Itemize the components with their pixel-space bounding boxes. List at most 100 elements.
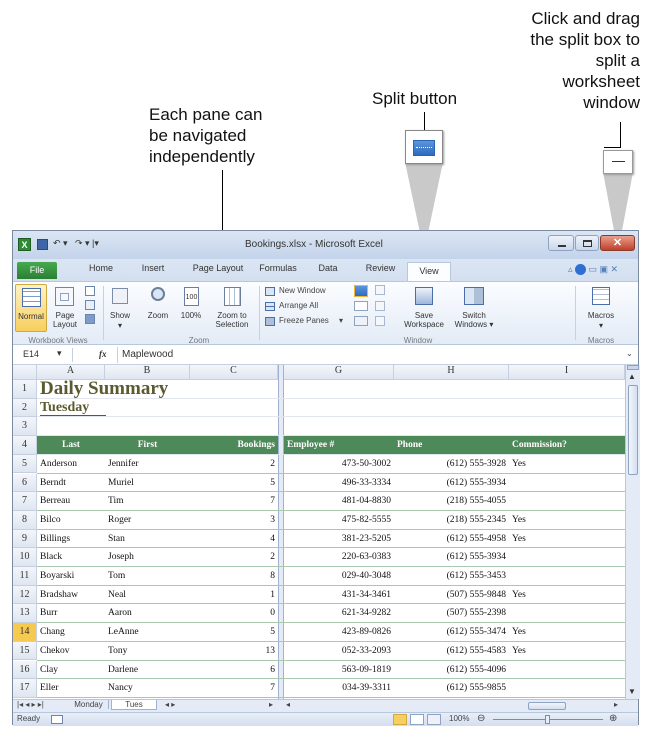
cell-a5[interactable]: Anderson [40,455,102,474]
cell-c13[interactable]: 0 [193,604,275,623]
vertical-split-bar[interactable] [278,365,284,699]
cell-a7[interactable]: Berreau [40,492,102,511]
tab-view[interactable]: View [407,262,451,282]
row-header[interactable]: 4 [13,436,37,455]
cell-h14[interactable]: (612) 555-3474 [397,623,506,642]
page-layout-status-icon[interactable] [410,714,424,725]
cell-h17[interactable]: (612) 555-9855 [397,679,506,698]
scroll-down-icon[interactable]: ▼ [628,687,636,696]
cell-i4[interactable]: Commission? [512,436,622,455]
row-header[interactable]: 3 [13,417,37,437]
cell-c10[interactable]: 2 [193,548,275,567]
hide-button[interactable] [354,301,368,311]
cell-b17[interactable]: Nancy [108,679,187,698]
select-all-corner[interactable] [13,365,37,380]
tab-page-layout[interactable]: Page Layout [188,263,248,273]
cell-c14[interactable]: 5 [193,623,275,642]
cell-h6[interactable]: (612) 555-3934 [397,474,506,493]
zoom-button[interactable]: Zoom [143,284,173,332]
cell-c7[interactable]: 7 [193,492,275,511]
close-button[interactable]: ✕ [600,235,635,251]
excel-logo-icon[interactable]: X [18,238,31,251]
cell-i5[interactable]: Yes [512,455,622,474]
cell-g4[interactable]: Employee # [287,436,391,455]
cell-h7[interactable]: (218) 555-4055 [397,492,506,511]
zoom-100-button[interactable]: 100 100% [176,284,206,332]
cell-g6[interactable]: 496-33-3334 [287,474,391,493]
cell-a4[interactable]: Last [40,436,102,455]
cell-g8[interactable]: 475-82-5555 [287,511,391,530]
cell-a1[interactable]: Daily Summary [40,379,300,399]
arrange-all-button[interactable]: Arrange All [265,301,349,313]
cell-c12[interactable]: 1 [193,586,275,605]
view-side-by-side-icon[interactable] [375,285,385,295]
right-hscroll-left-icon[interactable]: ◂ [286,700,290,709]
save-icon[interactable] [37,239,48,250]
cell-h16[interactable]: (612) 555-4096 [397,661,506,680]
cell-b14[interactable]: LeAnne [108,623,187,642]
cell-i15[interactable]: Yes [512,642,622,661]
new-window-button[interactable]: New Window [265,286,349,298]
cell-b6[interactable]: Muriel [108,474,187,493]
cell-h5[interactable]: (612) 555-3928 [397,455,506,474]
cell-h4[interactable]: Phone [397,436,506,455]
expand-formula-icon[interactable]: ⌄ [626,349,633,358]
row-header[interactable]: 16 [13,660,37,680]
switch-windows-button[interactable]: Switch Windows ▾ [449,284,499,332]
cell-c17[interactable]: 7 [193,679,275,698]
cell-c15[interactable]: 13 [193,642,276,661]
tab-home[interactable]: Home [81,263,121,273]
column-header-g[interactable]: G [284,365,394,380]
full-screen-icon[interactable] [85,314,95,324]
tab-insert[interactable]: Insert [133,263,173,273]
cell-b5[interactable]: Jennifer [108,455,187,474]
cell-c16[interactable]: 6 [193,661,275,680]
cell-h15[interactable]: (612) 555-4583 [397,642,506,661]
cell-a9[interactable]: Billings [40,530,102,549]
column-header-i[interactable]: I [509,365,625,380]
cell-i14[interactable]: Yes [512,623,622,642]
ribbon-controls-icon[interactable]: ▵ ▭ ▣ ✕ [568,264,618,276]
cell-h9[interactable]: (612) 555-4958 [397,530,506,549]
macros-button[interactable]: Macros ▾ [581,284,621,332]
cell-g15[interactable]: 052-33-2093 [287,642,391,661]
cell-b8[interactable]: Roger [108,511,187,530]
cell-a8[interactable]: Bilco [40,511,102,530]
cell-g11[interactable]: 029-40-3048 [287,567,391,586]
row-header[interactable]: 14 [13,623,37,642]
normal-button[interactable]: Normal [15,284,47,332]
left-hscroll-icon[interactable]: ◂ ▸ [165,700,175,709]
row-header[interactable]: 15 [13,641,37,661]
cell-b15[interactable]: Tony [108,642,187,661]
cell-c9[interactable]: 4 [193,530,275,549]
cell-a10[interactable]: Black [40,548,102,567]
cell-g14[interactable]: 423-89-0826 [287,623,391,642]
zoom-out-icon[interactable]: ⊖ [477,713,485,724]
column-header-h[interactable]: H [394,365,509,380]
tab-formulas[interactable]: Formulas [253,263,303,273]
cell-g12[interactable]: 431-34-3461 [287,586,391,605]
cell-h8[interactable]: (218) 555-2345 [397,511,506,530]
row-header[interactable]: 2 [13,398,37,418]
cell-a16[interactable]: Clay [40,661,102,680]
cell-h11[interactable]: (612) 555-3453 [397,567,506,586]
sheet-tab-tues[interactable]: Tues [111,700,157,710]
worksheet-grid[interactable]: A B C G H I ▲ ▼ 1 Daily Summary 2 Tuesday 3 4… [13,365,640,699]
row-header[interactable]: 13 [13,604,37,624]
left-hscroll-right-icon[interactable]: ▸ [269,700,273,709]
cell-g9[interactable]: 381-23-5205 [287,530,391,549]
cell-a6[interactable]: Berndt [40,474,102,493]
cell-h12[interactable]: (507) 555-9848 [397,586,506,605]
cell-b10[interactable]: Joseph [108,548,187,567]
normal-view-status-icon[interactable] [393,714,407,725]
cell-c11[interactable]: 8 [193,567,275,586]
vertical-scrollbar[interactable]: ▲ ▼ [625,365,640,699]
macro-record-icon[interactable] [51,715,63,724]
redo-icon[interactable]: ↷ ▾ |▾ [75,238,99,249]
unhide-button[interactable] [354,316,368,326]
cell-b7[interactable]: Tim [108,492,187,511]
cell-b11[interactable]: Tom [108,567,187,586]
hscroll-thumb[interactable] [528,702,566,710]
fx-icon[interactable]: fx [99,349,107,359]
cell-g16[interactable]: 563-09-1819 [287,661,391,680]
